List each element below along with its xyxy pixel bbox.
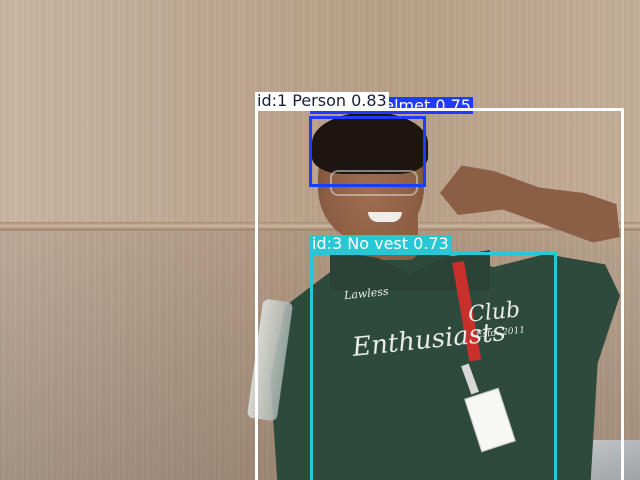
camera-frame: Lawless Enthusiasts Club Estd. 2011 id:2… [0, 0, 640, 480]
person-label: id:1 Person 0.83 [255, 91, 389, 110]
no-vest-label: id:3 No vest 0.73 [310, 234, 451, 253]
no-vest-bounding-box [310, 252, 557, 480]
